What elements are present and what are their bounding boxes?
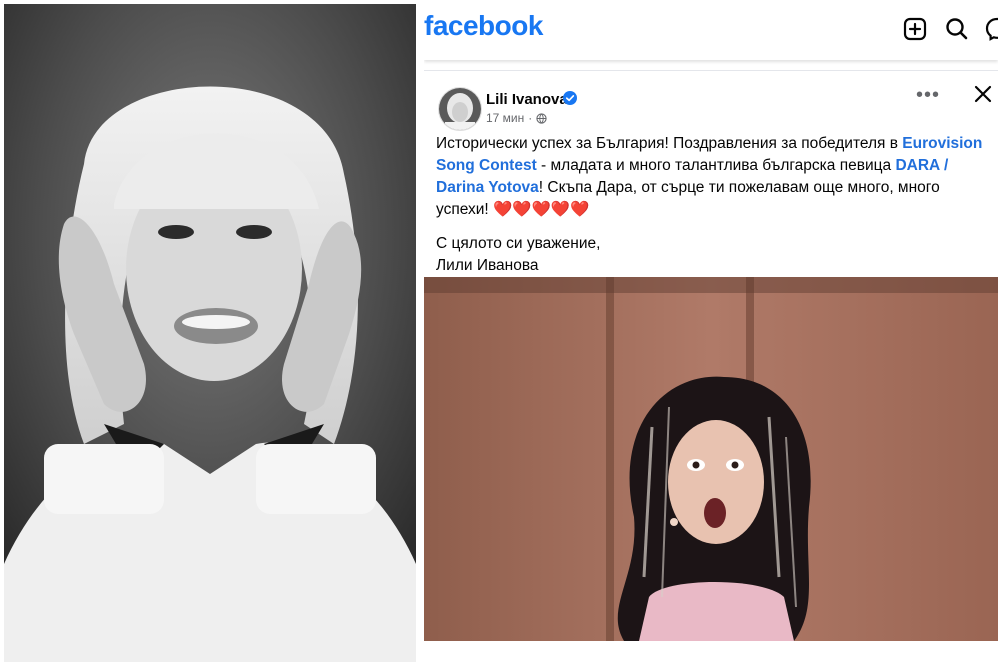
signoff-name: Лили Иванова <box>436 257 539 274</box>
post-time[interactable]: 17 мин <box>486 111 524 125</box>
facebook-screenshot: facebook Lili Ivanova 17 мин · ••• Истор… <box>424 4 998 662</box>
more-options-button[interactable]: ••• <box>916 85 940 105</box>
app-header: facebook <box>424 4 998 60</box>
messenger-icon[interactable] <box>984 16 998 42</box>
post-photo[interactable] <box>424 277 998 641</box>
post-body-text: Исторически успех за България! Поздравле… <box>436 133 988 221</box>
avatar[interactable] <box>438 87 482 131</box>
facebook-logo[interactable]: facebook <box>424 10 543 42</box>
close-icon[interactable] <box>972 83 994 105</box>
post-card: Lili Ivanova 17 мин · ••• Исторически ус… <box>424 70 998 662</box>
author-name[interactable]: Lili Ivanova <box>486 91 568 108</box>
signoff-line: С цялото си уважение, <box>436 235 601 252</box>
post-text-part: - младата и много талантлива българска п… <box>536 157 896 174</box>
verified-badge-icon <box>563 91 577 105</box>
portrait-photo <box>4 4 416 662</box>
plus-square-icon[interactable] <box>902 16 928 42</box>
globe-icon <box>536 112 547 124</box>
post-meta: 17 мин · <box>486 111 547 125</box>
post-text-part: Исторически успех за България! Поздравле… <box>436 135 903 152</box>
hearts-emoji: ❤️❤️❤️❤️❤️ <box>493 201 590 218</box>
post-signoff: С цялото си уважение, Лили Иванова <box>436 233 600 277</box>
search-icon[interactable] <box>944 16 970 42</box>
